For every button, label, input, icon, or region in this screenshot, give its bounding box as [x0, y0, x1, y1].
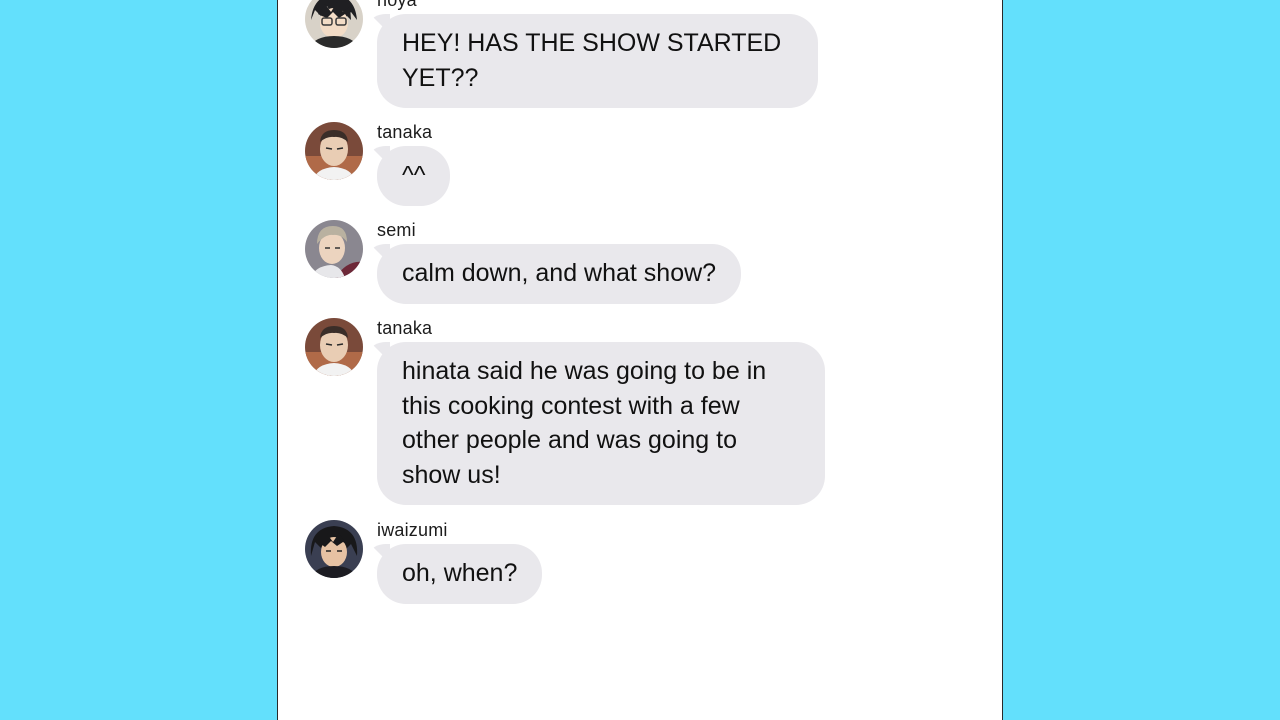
- sender-name: tanaka: [377, 122, 433, 142]
- sender-name: tanaka: [377, 318, 433, 338]
- message-text: ^^: [402, 161, 426, 189]
- iwaizumi-avatar-icon[interactable]: [305, 520, 363, 578]
- sender-name: noya: [377, 0, 417, 10]
- chat-panel: noya HEY! HAS THE SHOW STARTED YET?? tan…: [277, 0, 1003, 720]
- noya-avatar-icon[interactable]: [305, 0, 363, 48]
- message-bubble[interactable]: oh, when?: [377, 544, 543, 604]
- message-text: hinata said he was going to be in this c…: [402, 357, 767, 489]
- message-text: calm down, and what show?: [402, 259, 717, 287]
- message-bubble[interactable]: ^^: [377, 146, 451, 206]
- semi-avatar-icon[interactable]: [305, 220, 363, 278]
- sender-name: iwaizumi: [377, 520, 448, 540]
- message-bubble[interactable]: HEY! HAS THE SHOW STARTED YET??: [377, 14, 818, 108]
- message-bubble[interactable]: calm down, and what show?: [377, 244, 742, 304]
- tanaka-avatar-icon[interactable]: [305, 318, 363, 376]
- sender-name: semi: [377, 220, 416, 240]
- message-bubble[interactable]: hinata said he was going to be in this c…: [377, 342, 825, 505]
- message-text: HEY! HAS THE SHOW STARTED YET??: [402, 29, 782, 92]
- message-text: oh, when?: [402, 559, 518, 587]
- tanaka-avatar-icon[interactable]: [305, 122, 363, 180]
